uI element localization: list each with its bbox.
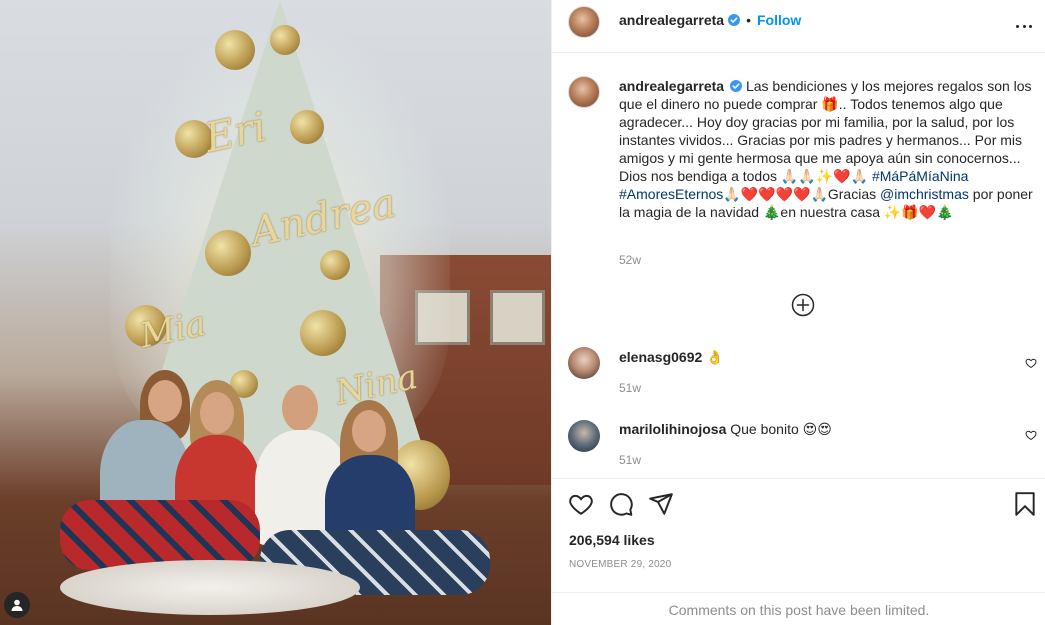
verified-badge-icon <box>730 80 743 92</box>
person-face <box>282 385 318 431</box>
plus-circle-icon[interactable] <box>791 293 815 317</box>
comments-limited-notice: Comments on this post have been limited. <box>552 592 1045 625</box>
avatar[interactable] <box>568 6 600 38</box>
follow-button[interactable]: Follow <box>757 12 801 28</box>
avatar[interactable] <box>568 76 600 108</box>
likes-count[interactable]: 206,594 likes <box>569 532 655 548</box>
bookmark-icon[interactable] <box>1012 491 1038 517</box>
ornament <box>215 30 255 70</box>
post-side-panel: andrealegarreta • Follow andrealegarreta L… <box>551 0 1045 625</box>
caption-text: 🙏🏻❤️❤️❤️❤️🙏🏻Gracias <box>723 186 877 202</box>
heart-icon[interactable] <box>1025 429 1037 441</box>
verified-badge-icon <box>728 14 741 26</box>
ornament <box>290 110 324 144</box>
ornament <box>270 25 300 55</box>
person-face <box>352 410 386 452</box>
hashtag-link[interactable]: #MáPáMíaNina <box>872 168 969 184</box>
comment: elenasg0692 👌 <box>619 348 724 366</box>
post-photo[interactable]: Eri Andrea Mia Nina <box>0 0 551 625</box>
ornament <box>300 310 346 356</box>
avatar[interactable] <box>568 347 600 379</box>
rug <box>60 560 360 615</box>
more-options-icon[interactable] <box>1016 18 1032 34</box>
comment-time[interactable]: 51w <box>619 381 641 395</box>
separator-dot: • <box>746 12 751 28</box>
person-face <box>148 380 182 422</box>
username[interactable]: andrealegarreta <box>619 12 724 28</box>
post-caption: andrealegarreta Las bendiciones y los me… <box>619 77 1034 221</box>
user-tag-icon[interactable] <box>4 592 30 618</box>
post-actions: 206,594 likes November 29, 2020 Comments… <box>552 478 1045 625</box>
wall-frame <box>490 290 545 345</box>
post-header: andrealegarreta • Follow <box>552 0 1045 53</box>
comment-username[interactable]: elenasg0692 <box>619 349 702 365</box>
comment-icon[interactable] <box>608 491 634 517</box>
comment: marilolihinojosa Que bonito 😍😍 <box>619 420 832 438</box>
hashtag-link[interactable]: #AmoresEternos <box>619 186 723 202</box>
ornament <box>205 230 251 276</box>
comment-time[interactable]: 51w <box>619 453 641 467</box>
header-user-line: andrealegarreta • Follow <box>619 12 801 28</box>
comment-username[interactable]: marilolihinojosa <box>619 421 726 437</box>
caption-time[interactable]: 52w <box>619 253 641 267</box>
person-face <box>200 392 234 434</box>
post-date[interactable]: November 29, 2020 <box>569 559 671 570</box>
heart-icon[interactable] <box>1025 357 1037 369</box>
comment-text: 👌 <box>706 349 724 365</box>
comment-text: Que bonito 😍😍 <box>730 421 832 437</box>
heart-icon[interactable] <box>568 491 594 517</box>
mention-link[interactable]: @imchristmas <box>880 186 969 202</box>
ornament <box>320 250 350 280</box>
caption-username[interactable]: andrealegarreta <box>619 78 724 94</box>
avatar[interactable] <box>568 420 600 452</box>
share-icon[interactable] <box>648 491 674 517</box>
